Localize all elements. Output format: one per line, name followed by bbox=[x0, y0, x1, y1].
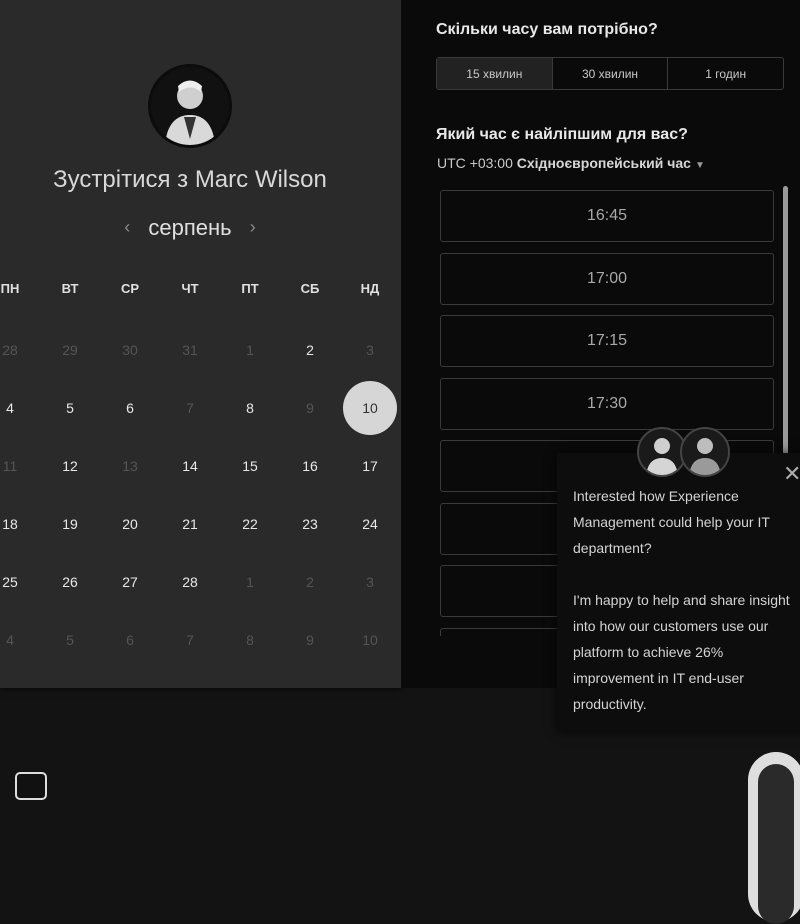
weekday-label: ПН bbox=[0, 281, 20, 296]
calendar-day: 28 bbox=[2, 342, 18, 358]
month-label: серпень bbox=[148, 215, 232, 240]
calendar-day[interactable]: 25 bbox=[0, 574, 30, 590]
calendar-day: 9 bbox=[306, 632, 314, 648]
calendar-day: 29 bbox=[62, 342, 78, 358]
calendar-day: 1 bbox=[246, 574, 254, 590]
time-slot[interactable]: 16:45 bbox=[440, 190, 774, 242]
time-slot[interactable]: 17:15 bbox=[440, 315, 774, 367]
calendar-day[interactable]: 6 bbox=[110, 400, 150, 416]
chat-message: Interested how Experience Management cou… bbox=[573, 483, 797, 717]
calendar-day[interactable]: 23 bbox=[290, 516, 330, 532]
duration-option-15[interactable]: 15 хвилин bbox=[437, 58, 553, 89]
calendar-day: 8 bbox=[246, 632, 254, 648]
calendar-day[interactable]: 17 bbox=[350, 458, 390, 474]
calendar-day: 30 bbox=[122, 342, 138, 358]
calendar-day: 31 bbox=[182, 342, 198, 358]
time-slot[interactable]: 17:30 bbox=[440, 377, 774, 430]
calendar-day[interactable]: 20 bbox=[110, 516, 150, 532]
calendar-day[interactable]: 16 bbox=[290, 458, 330, 474]
calendar-day: 7 bbox=[186, 400, 194, 416]
calendar-day: 11 bbox=[2, 458, 18, 474]
calendar-day[interactable]: 22 bbox=[230, 516, 270, 532]
calendar-day[interactable]: 14 bbox=[170, 458, 210, 474]
weekday-label: СР bbox=[120, 281, 140, 296]
weekday-label: ЧТ bbox=[181, 281, 199, 296]
calendar-day[interactable]: 27 bbox=[110, 574, 150, 590]
calendar-day: 3 bbox=[366, 342, 374, 358]
time-question: Який час є найліпшим для вас? bbox=[436, 126, 688, 143]
calendar-day[interactable]: 26 bbox=[50, 574, 90, 590]
person-icon bbox=[646, 438, 678, 475]
weekday-label: СБ bbox=[300, 281, 320, 296]
calendar-day: 6 bbox=[126, 632, 134, 648]
calendar-day[interactable]: 15 bbox=[230, 458, 270, 474]
weekday-label: ПТ bbox=[241, 281, 259, 296]
chat-message-body: I'm happy to help and share insight into… bbox=[573, 592, 790, 712]
calendar-day: 2 bbox=[306, 574, 314, 590]
calendar-day[interactable]: 24 bbox=[350, 516, 390, 532]
calendar-panel: Зустрітися з Marc Wilson ‹ серпень › ПН В… bbox=[0, 0, 401, 688]
calendar-day[interactable]: 21 bbox=[170, 516, 210, 532]
meeting-title: Зустрітися з Marc Wilson bbox=[0, 166, 380, 194]
chevron-left-icon[interactable]: ‹ bbox=[112, 217, 142, 238]
timezone-dropdown[interactable]: UTC +03:00 Східноєвропейський час ▼ bbox=[437, 155, 705, 171]
calendar-day-selected[interactable]: 10 bbox=[343, 381, 397, 435]
calendar-day: 3 bbox=[366, 574, 374, 590]
weekday-label: ВТ bbox=[61, 281, 79, 296]
duration-option-30[interactable]: 30 хвилин bbox=[553, 58, 669, 89]
launcher-track bbox=[758, 764, 794, 924]
chat-message-intro: Interested how Experience Management cou… bbox=[573, 488, 770, 556]
person-icon bbox=[165, 80, 215, 145]
meeting-title-prefix: Зустрітися з bbox=[53, 166, 189, 193]
calendar-day[interactable]: 19 bbox=[50, 516, 90, 532]
host-name: Marc Wilson bbox=[194, 166, 327, 193]
duration-selector: 15 хвилин 30 хвилин 1 годин bbox=[436, 57, 784, 90]
duration-option-60[interactable]: 1 годин bbox=[668, 58, 783, 89]
duration-question: Скільки часу вам потрібно? bbox=[436, 21, 658, 38]
month-navigation: ‹ серпень › bbox=[0, 215, 380, 241]
calendar-day[interactable]: 4 bbox=[0, 400, 30, 416]
calendar-day[interactable]: 8 bbox=[230, 400, 270, 416]
calendar-day[interactable]: 2 bbox=[290, 342, 330, 358]
timezone-offset: UTC +03:00 bbox=[437, 155, 513, 171]
calendar-day[interactable]: 5 bbox=[50, 400, 90, 416]
host-avatar bbox=[148, 64, 232, 148]
calendar-day: 9 bbox=[306, 400, 314, 416]
chat-icon[interactable] bbox=[15, 772, 47, 800]
weekday-label: НД bbox=[360, 281, 380, 296]
timezone-name: Східноєвропейський час bbox=[516, 155, 691, 171]
calendar-day[interactable]: 28 bbox=[170, 574, 210, 590]
slot-list-scrollbar[interactable] bbox=[783, 186, 788, 476]
calendar-day: 10 bbox=[362, 632, 378, 648]
chevron-right-icon[interactable]: › bbox=[238, 217, 268, 238]
chat-popup: ✕ Interested how Experience Management c… bbox=[557, 453, 800, 732]
agent-avatar-2 bbox=[680, 427, 730, 477]
calendar-day[interactable]: 12 bbox=[50, 458, 90, 474]
calendar-day: 1 bbox=[246, 342, 254, 358]
calendar-day: 5 bbox=[66, 632, 74, 648]
calendar-day[interactable]: 18 bbox=[0, 516, 30, 532]
calendar-day: 7 bbox=[186, 632, 194, 648]
caret-down-icon: ▼ bbox=[694, 160, 705, 171]
calendar-day: 4 bbox=[6, 632, 14, 648]
calendar-day: 13 bbox=[122, 458, 138, 474]
time-slot[interactable]: 17:00 bbox=[440, 252, 774, 305]
person-icon bbox=[689, 438, 721, 475]
chat-launcher-button[interactable] bbox=[748, 752, 800, 924]
